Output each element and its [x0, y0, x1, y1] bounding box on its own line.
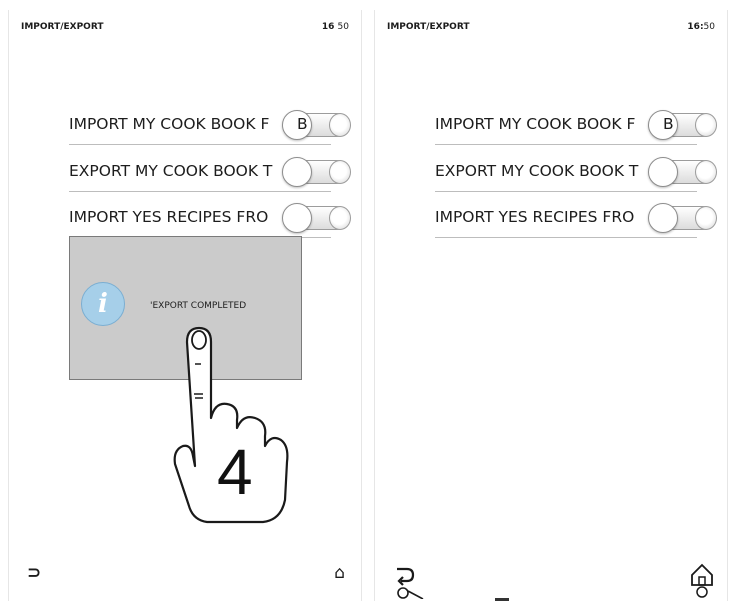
right-screen: IMPORT/EXPORT 16:50 IMPORT MY COOK BOOK …	[374, 10, 728, 601]
dialog-message: 'EXPORT COMPLETED	[150, 301, 247, 311]
import-yes-recipes-toggle[interactable]	[282, 203, 351, 233]
row-label: IMPORT YES RECIPES FRO	[69, 208, 269, 226]
row-label-overflow: B	[297, 115, 308, 133]
toggle-end	[329, 160, 351, 184]
header-clock: 16:50	[687, 22, 715, 32]
toggle-end	[329, 113, 351, 137]
import-yes-recipes-toggle[interactable]	[648, 203, 717, 233]
toggle-knob	[282, 203, 312, 233]
back-arrow-icon[interactable]	[391, 563, 427, 599]
clock-hours: 16:	[687, 22, 704, 32]
row-export-cookbook[interactable]: EXPORT MY COOK BOOK T	[69, 153, 351, 192]
toggle-knob	[648, 203, 678, 233]
row-label: IMPORT MY COOK BOOK F	[435, 115, 636, 133]
row-label: IMPORT MY COOK BOOK F	[69, 115, 270, 133]
row-label: EXPORT MY COOK BOOK T	[435, 162, 639, 180]
header-title: IMPORT/EXPORT	[387, 22, 470, 32]
export-cookbook-toggle[interactable]	[648, 157, 717, 187]
home-icon[interactable]	[689, 561, 715, 599]
row-import-yes-recipes[interactable]: IMPORT YES RECIPES FRO	[69, 199, 351, 238]
import-cookbook-toggle[interactable]	[282, 110, 351, 140]
info-icon: i	[81, 282, 125, 326]
header-title: IMPORT/EXPORT	[21, 22, 104, 32]
toggle-knob	[282, 157, 312, 187]
home-icon[interactable]: ⌂	[334, 563, 345, 583]
row-label-overflow: B	[663, 115, 674, 133]
clock-minutes: 50	[703, 22, 715, 32]
header-clock: 16 50	[322, 22, 349, 32]
clock-hours: 16	[321, 22, 335, 32]
toggle-end	[329, 206, 351, 230]
clock-minutes: 50	[337, 22, 349, 32]
row-import-cookbook[interactable]: IMPORT MY COOK BOOK F	[69, 106, 351, 145]
row-label: EXPORT MY COOK BOOK T	[69, 162, 273, 180]
row-export-cookbook[interactable]: EXPORT MY COOK BOOK T	[435, 153, 717, 192]
left-screen: IMPORT/EXPORT 16 50 IMPORT MY COOK BOOK …	[8, 10, 362, 601]
toggle-knob	[648, 157, 678, 187]
toggle-end	[695, 113, 717, 137]
step-number: 4	[217, 436, 253, 508]
toggle-end	[695, 206, 717, 230]
row-label: IMPORT YES RECIPES FRO	[435, 208, 635, 226]
toggle-end	[695, 160, 717, 184]
row-import-cookbook[interactable]: IMPORT MY COOK BOOK F	[435, 106, 717, 145]
back-arrow-icon[interactable]: ⊃	[27, 563, 41, 583]
row-import-yes-recipes[interactable]: IMPORT YES RECIPES FRO	[435, 199, 717, 238]
pointing-hand-icon: 4	[173, 326, 289, 524]
export-cookbook-toggle[interactable]	[282, 157, 351, 187]
import-cookbook-toggle[interactable]	[648, 110, 717, 140]
